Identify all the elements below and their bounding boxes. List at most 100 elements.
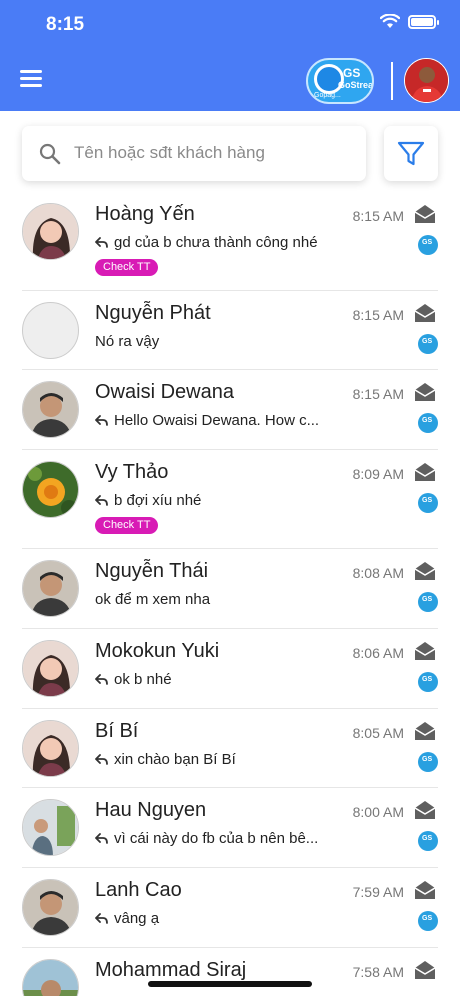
message-time: 8:05 AM bbox=[352, 725, 404, 741]
message-preview: ok b nhé bbox=[95, 671, 340, 688]
message-preview: b đợi xíu nhé bbox=[95, 492, 340, 509]
message-time: 7:59 AM bbox=[352, 884, 404, 900]
source-badge-icon: GS bbox=[418, 493, 438, 513]
source-badge-text: GS bbox=[422, 239, 433, 246]
search-input[interactable] bbox=[74, 138, 354, 168]
message-preview: gd của b chưa thành công nhé bbox=[95, 234, 340, 251]
source-badge-icon: GS bbox=[418, 334, 438, 354]
menu-icon-bar bbox=[20, 84, 42, 87]
message-preview-text: vâng ạ bbox=[114, 910, 160, 927]
contact-avatar bbox=[22, 720, 79, 777]
home-indicator bbox=[148, 981, 312, 987]
contact-name: Nguyễn Thái bbox=[95, 560, 209, 582]
reply-icon bbox=[95, 495, 108, 506]
logo-name: GoStream bbox=[338, 80, 374, 90]
message-preview-text: xin chào bạn Bí Bí bbox=[114, 751, 236, 768]
reply-icon bbox=[95, 415, 108, 426]
conversation-item[interactable]: Lanh Cao 7:59 AM vâng ạ GS bbox=[0, 868, 460, 948]
message-preview: vâng ạ bbox=[95, 910, 340, 927]
conversation-item[interactable]: Owaisi Dewana 8:15 AM Hello Owaisi Dewana.… bbox=[0, 370, 460, 450]
message-time: 8:06 AM bbox=[352, 645, 404, 661]
menu-button[interactable] bbox=[20, 70, 42, 88]
mail-icon[interactable] bbox=[413, 561, 437, 586]
source-badge-icon: GS bbox=[418, 235, 438, 255]
contact-name: Lanh Cao bbox=[95, 879, 182, 901]
mail-icon[interactable] bbox=[413, 462, 437, 487]
message-preview-text: ok b nhé bbox=[114, 671, 172, 688]
mail-icon[interactable] bbox=[413, 382, 437, 407]
contact-name: Owaisi Dewana bbox=[95, 381, 234, 403]
contact-avatar bbox=[22, 959, 79, 996]
header-divider bbox=[391, 62, 393, 100]
contact-name: Vy Thảo bbox=[95, 461, 169, 483]
logo-badge-text: GS bbox=[343, 66, 361, 80]
logo-sub: Gopag... bbox=[314, 92, 341, 99]
mail-icon[interactable] bbox=[413, 303, 437, 328]
page-switcher-logo[interactable]: GS GoStream Gopag... bbox=[306, 58, 374, 104]
mail-icon[interactable] bbox=[413, 960, 437, 985]
message-preview: Nó ra vậy bbox=[95, 333, 340, 350]
contact-avatar bbox=[22, 560, 79, 617]
contact-avatar bbox=[22, 799, 79, 856]
user-avatar[interactable] bbox=[404, 58, 449, 103]
source-badge-icon: GS bbox=[418, 911, 438, 931]
contact-avatar bbox=[22, 302, 79, 359]
contact-name: Nguyễn Phát bbox=[95, 302, 211, 324]
mail-icon[interactable] bbox=[413, 721, 437, 746]
source-badge-text: GS bbox=[422, 338, 433, 345]
message-time: 8:15 AM bbox=[352, 386, 404, 402]
mail-icon[interactable] bbox=[413, 204, 437, 229]
source-badge-text: GS bbox=[422, 497, 433, 504]
conversation-item[interactable]: Hau Nguyen 8:00 AM vì cái này do fb của b … bbox=[0, 788, 460, 868]
source-badge-icon: GS bbox=[418, 413, 438, 433]
wifi-icon bbox=[380, 14, 400, 28]
contact-name: Mokokun Yuki bbox=[95, 640, 220, 662]
reply-icon bbox=[95, 674, 108, 685]
message-preview: ok để m xem nha bbox=[95, 591, 340, 608]
source-badge-text: GS bbox=[422, 417, 433, 424]
contact-avatar bbox=[22, 879, 79, 936]
message-time: 8:00 AM bbox=[352, 804, 404, 820]
conversation-item[interactable]: Mokokun Yuki 8:06 AM ok b nhé GS bbox=[0, 629, 460, 709]
mail-icon[interactable] bbox=[413, 641, 437, 666]
contact-name: Mohammad Siraj bbox=[95, 959, 247, 981]
conversation-item[interactable]: Hoàng Yến 8:15 AM gd của b chưa thành công… bbox=[0, 192, 460, 291]
message-preview-text: ok để m xem nha bbox=[95, 591, 211, 608]
status-time: 8:15 bbox=[46, 14, 85, 35]
contact-name: Hau Nguyen bbox=[95, 799, 207, 821]
search-icon bbox=[39, 143, 61, 165]
status-tag[interactable]: Check TT bbox=[95, 517, 159, 534]
conversation-item[interactable]: Nguyễn Phát 8:15 AM Nó ra vậy GS bbox=[0, 291, 460, 370]
menu-icon-bar bbox=[20, 70, 42, 73]
message-time: 7:58 AM bbox=[352, 964, 404, 980]
source-badge-icon: GS bbox=[418, 592, 438, 612]
message-preview: Hello Owaisi Dewana. How c... bbox=[95, 412, 340, 429]
source-badge-text: GS bbox=[422, 676, 433, 683]
mail-icon[interactable] bbox=[413, 800, 437, 825]
message-time: 8:08 AM bbox=[352, 565, 404, 581]
user-avatar-image bbox=[405, 59, 448, 102]
reply-icon bbox=[95, 913, 108, 924]
conversation-item[interactable]: Vy Thảo 8:09 AM b đợi xíu nhé Check TT GS bbox=[0, 450, 460, 549]
status-icons bbox=[380, 14, 439, 29]
reply-icon bbox=[95, 833, 108, 844]
message-preview-text: Nó ra vậy bbox=[95, 333, 160, 350]
mail-icon[interactable] bbox=[413, 880, 437, 905]
message-preview-text: b đợi xíu nhé bbox=[114, 492, 202, 509]
contact-avatar bbox=[22, 640, 79, 697]
source-badge-text: GS bbox=[422, 596, 433, 603]
status-tag[interactable]: Check TT bbox=[95, 259, 159, 276]
filter-button[interactable] bbox=[384, 126, 438, 181]
menu-icon-bar bbox=[20, 77, 42, 80]
source-badge-text: GS bbox=[422, 915, 433, 922]
message-time: 8:15 AM bbox=[352, 208, 404, 224]
conversation-item[interactable]: Nguyễn Thái 8:08 AM ok để m xem nha GS bbox=[0, 549, 460, 629]
contact-avatar bbox=[22, 381, 79, 438]
conversation-item[interactable]: Bí Bí 8:05 AM xin chào bạn Bí Bí GS bbox=[0, 709, 460, 788]
conversation-item[interactable]: Mohammad Siraj 7:58 AM bbox=[0, 948, 460, 996]
message-preview-text: Hello Owaisi Dewana. How c... bbox=[114, 412, 320, 429]
contact-avatar bbox=[22, 461, 79, 518]
search-bar bbox=[22, 126, 366, 181]
source-badge-text: GS bbox=[422, 756, 433, 763]
filter-icon bbox=[397, 141, 425, 166]
